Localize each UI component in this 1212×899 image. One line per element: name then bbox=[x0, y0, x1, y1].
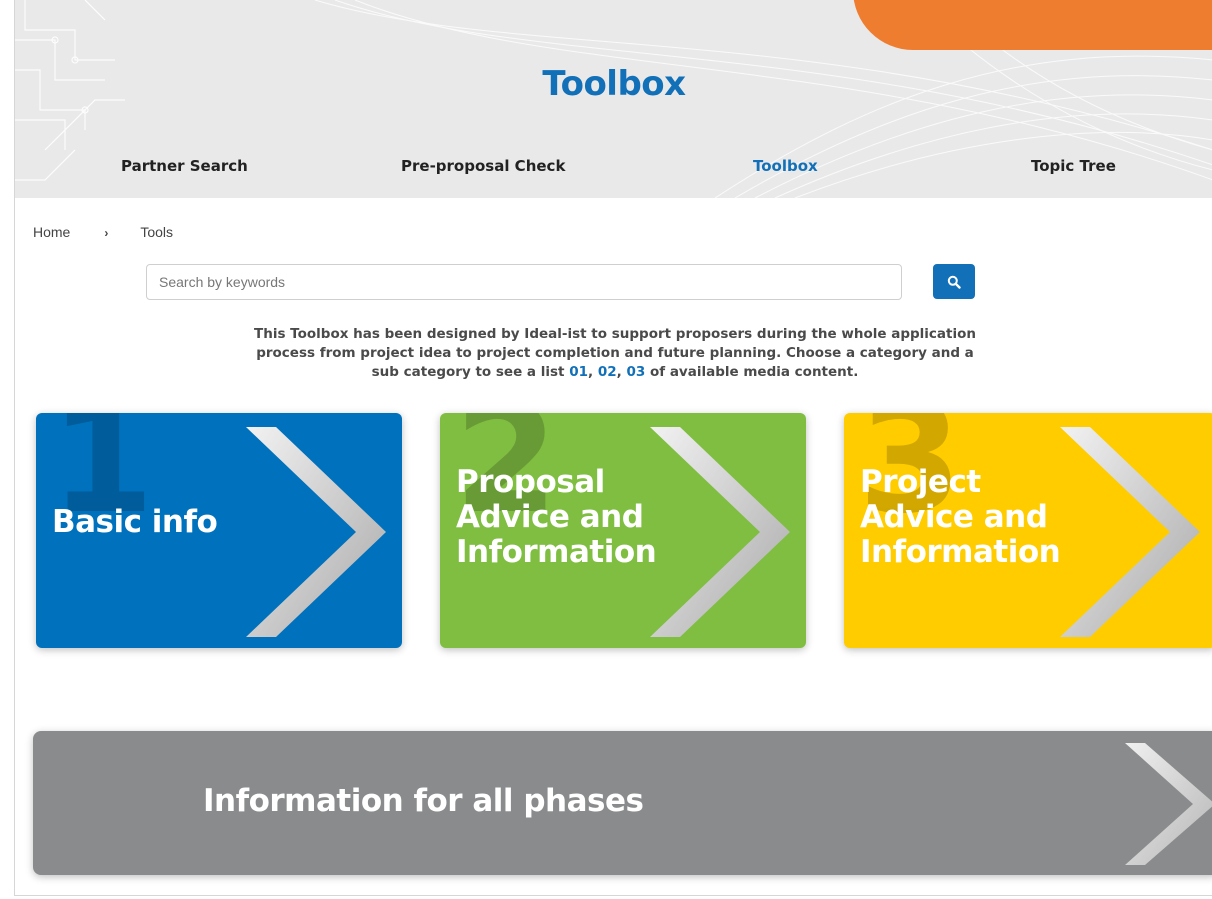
nav-topic-tree[interactable]: Topic Tree bbox=[1031, 157, 1116, 175]
category-card-proposal-advice[interactable]: 2 Proposal Advice and Information bbox=[440, 413, 806, 648]
breadcrumb-separator-icon: › bbox=[104, 226, 109, 240]
page-header: Toolbox Partner Search Pre-proposal Chec… bbox=[15, 0, 1212, 198]
breadcrumb: Home › Tools bbox=[33, 224, 173, 240]
list-link-01[interactable]: 01 bbox=[569, 364, 588, 380]
breadcrumb-home[interactable]: Home bbox=[33, 224, 70, 240]
list-link-03[interactable]: 03 bbox=[626, 364, 645, 380]
page-frame: Toolbox Partner Search Pre-proposal Chec… bbox=[14, 0, 1212, 896]
main-nav: Partner Search Pre-proposal Check Toolbo… bbox=[15, 157, 1212, 177]
category-title: Project Advice and Information bbox=[860, 464, 1061, 570]
list-link-02[interactable]: 02 bbox=[598, 364, 617, 380]
chevron-right-icon bbox=[1125, 743, 1212, 865]
page-title: Toolbox bbox=[542, 64, 686, 104]
category-title: Basic info bbox=[52, 504, 218, 540]
category-title: Information for all phases bbox=[203, 783, 644, 819]
chevron-right-icon bbox=[650, 427, 790, 637]
nav-partner-search[interactable]: Partner Search bbox=[121, 157, 248, 175]
category-card-all-phases[interactable]: Information for all phases bbox=[33, 731, 1212, 875]
search-button[interactable] bbox=[933, 264, 975, 299]
category-card-basic-info[interactable]: 1 Basic info bbox=[36, 413, 402, 648]
nav-toolbox[interactable]: Toolbox bbox=[753, 157, 818, 175]
category-card-project-advice[interactable]: 3 Project Advice and Information bbox=[844, 413, 1212, 648]
chevron-right-icon bbox=[246, 427, 386, 637]
category-title: Proposal Advice and Information bbox=[456, 464, 657, 570]
chevron-right-icon bbox=[1060, 427, 1200, 637]
nav-pre-proposal-check[interactable]: Pre-proposal Check bbox=[401, 157, 565, 175]
intro-text: This Toolbox has been designed by Ideal-… bbox=[254, 326, 976, 380]
breadcrumb-current: Tools bbox=[140, 224, 174, 240]
orange-corner-tab bbox=[853, 0, 1212, 50]
search-icon bbox=[947, 275, 961, 289]
search-input[interactable] bbox=[146, 264, 902, 300]
